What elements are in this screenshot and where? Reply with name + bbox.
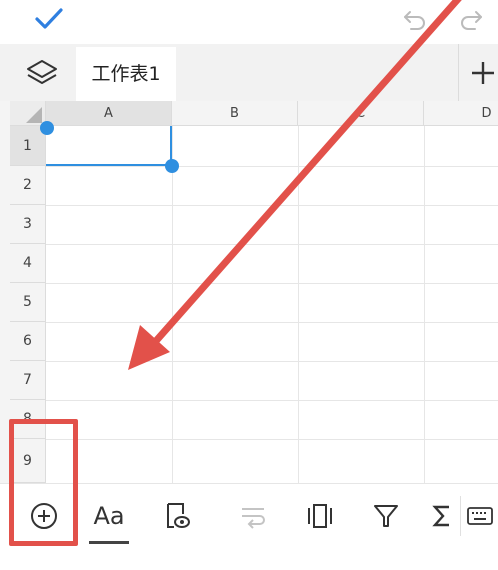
keyboard-icon xyxy=(466,507,493,525)
row-header-5[interactable]: 5 xyxy=(10,283,46,322)
sigma-icon xyxy=(432,505,449,527)
doc-eye-icon xyxy=(167,503,190,528)
active-tab-indicator xyxy=(89,541,129,544)
row-header-9[interactable]: 9 xyxy=(10,439,46,483)
plus-icon xyxy=(472,62,494,84)
select-all-corner[interactable] xyxy=(10,101,46,126)
grid-line xyxy=(46,322,498,323)
selected-cell-a1[interactable] xyxy=(46,126,172,166)
circle-plus-icon xyxy=(31,503,57,529)
text-format-button[interactable]: Aa xyxy=(89,498,129,534)
redo-icon[interactable] xyxy=(458,8,484,30)
column-header-b[interactable]: B xyxy=(172,101,298,126)
corner-triangle-icon xyxy=(26,107,42,123)
sheet-tab-active[interactable]: 工作表1 xyxy=(76,47,176,101)
insert-button[interactable] xyxy=(24,498,64,534)
grid-line xyxy=(424,126,425,483)
add-sheet-button[interactable] xyxy=(458,44,498,101)
row-header-2[interactable]: 2 xyxy=(10,166,46,205)
grid-line xyxy=(46,205,498,206)
bottom-toolbar: Aa xyxy=(0,483,498,570)
row-header-7[interactable]: 7 xyxy=(10,361,46,400)
top-bar xyxy=(0,0,498,44)
filter-icon xyxy=(374,505,398,527)
grid-line xyxy=(46,439,498,440)
grid-line xyxy=(46,166,498,167)
sum-button[interactable] xyxy=(426,498,456,534)
layers-icon[interactable] xyxy=(22,56,62,90)
grid-line xyxy=(46,283,498,284)
sheet-bar: 工作表1 xyxy=(0,44,498,101)
grid-left-strip xyxy=(0,101,10,483)
grid-line xyxy=(172,126,173,483)
row-header-4[interactable]: 4 xyxy=(10,244,46,283)
checkmark-icon[interactable] xyxy=(34,6,64,32)
row-header-8[interactable]: 8 xyxy=(10,400,46,439)
grid-line xyxy=(46,400,498,401)
grid-line xyxy=(298,126,299,483)
column-header-d[interactable]: D xyxy=(424,101,498,126)
row-header-6[interactable]: 6 xyxy=(10,322,46,361)
column-freeze-icon xyxy=(308,504,332,528)
spreadsheet-grid[interactable]: A B C D 1 2 3 4 5 6 7 8 9 xyxy=(0,101,498,483)
preview-button[interactable] xyxy=(157,498,197,534)
grid-line xyxy=(46,361,498,362)
wrap-text-icon xyxy=(242,508,265,529)
wrap-text-button[interactable] xyxy=(233,498,273,534)
freeze-column-button[interactable] xyxy=(300,498,340,534)
filter-button[interactable] xyxy=(366,498,406,534)
column-header-c[interactable]: C xyxy=(298,101,424,126)
keyboard-button[interactable] xyxy=(460,496,498,536)
row-header-3[interactable]: 3 xyxy=(10,205,46,244)
selection-handle-bottom-right[interactable] xyxy=(165,159,179,173)
undo-icon[interactable] xyxy=(402,8,428,30)
selection-handle-top-left[interactable] xyxy=(40,121,54,135)
grid-line xyxy=(46,244,498,245)
column-header-a[interactable]: A xyxy=(46,101,172,126)
